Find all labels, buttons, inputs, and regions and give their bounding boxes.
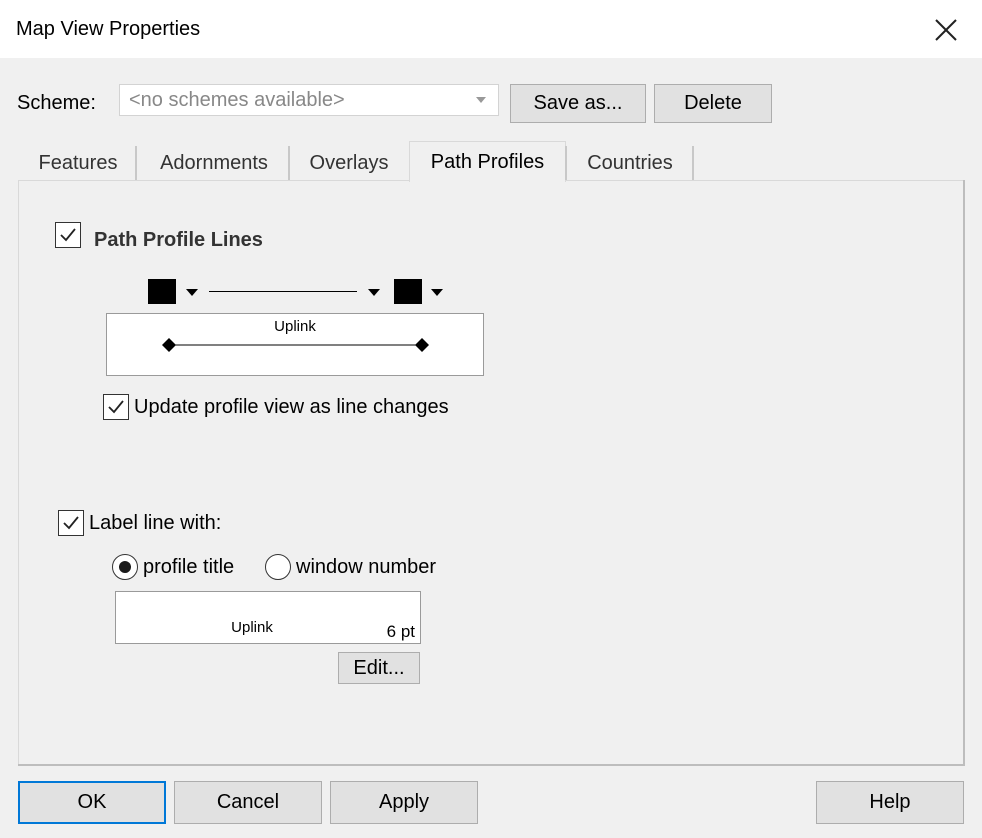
tab-adornments[interactable]: Adornments bbox=[140, 146, 288, 180]
profile-title-label: profile title bbox=[143, 556, 235, 578]
radio-selected-dot bbox=[119, 561, 131, 573]
close-button[interactable] bbox=[928, 12, 964, 48]
tab-countries[interactable]: Countries bbox=[570, 146, 690, 180]
line-style-sample[interactable] bbox=[209, 291, 357, 292]
checkmark-icon bbox=[108, 400, 124, 414]
update-profile-view-label: Update profile view as line changes bbox=[134, 396, 449, 418]
edit-button[interactable]: Edit... bbox=[338, 652, 420, 684]
help-button[interactable]: Help bbox=[816, 781, 964, 824]
scheme-dropdown[interactable]: <no schemes available> bbox=[119, 84, 499, 116]
start-marker-dropdown-icon[interactable] bbox=[186, 289, 198, 296]
scheme-value: <no schemes available> bbox=[129, 88, 345, 111]
tab-overlays[interactable]: Overlays bbox=[294, 146, 404, 180]
save-as-button[interactable]: Save as... bbox=[510, 84, 646, 123]
tab-separator bbox=[692, 146, 694, 180]
window-number-label: window number bbox=[296, 556, 437, 578]
label-preview: Uplink 6 pt bbox=[115, 591, 421, 644]
start-marker-color-swatch[interactable] bbox=[148, 279, 176, 304]
tab-separator bbox=[135, 146, 137, 180]
label-line-label: Label line with: bbox=[89, 512, 222, 534]
tab-separator bbox=[288, 146, 290, 180]
update-profile-view-checkbox[interactable] bbox=[103, 394, 129, 420]
tab-features[interactable]: Features bbox=[22, 146, 134, 180]
tab-panel-edge bbox=[18, 180, 965, 766]
window-number-radio[interactable] bbox=[265, 554, 291, 580]
tab-path-profiles[interactable]: Path Profiles bbox=[409, 141, 566, 182]
chevron-down-icon bbox=[476, 97, 486, 103]
cancel-button[interactable]: Cancel bbox=[174, 781, 322, 824]
delete-button[interactable]: Delete bbox=[654, 84, 772, 123]
profile-title-radio[interactable] bbox=[112, 554, 138, 580]
close-icon bbox=[935, 19, 957, 41]
path-profile-lines-label: Path Profile Lines bbox=[94, 229, 263, 251]
checkmark-icon bbox=[63, 516, 79, 530]
window-title: Map View Properties bbox=[16, 18, 201, 40]
tab-separator bbox=[565, 146, 567, 180]
line-preview-text: Uplink bbox=[274, 318, 316, 335]
label-font-size: 6 pt bbox=[386, 622, 415, 641]
end-marker-dropdown-icon[interactable] bbox=[431, 289, 443, 296]
line-style-dropdown-icon[interactable] bbox=[368, 289, 380, 296]
ok-button[interactable]: OK bbox=[18, 781, 166, 824]
checkmark-icon bbox=[60, 228, 76, 242]
line-preview: Uplink bbox=[106, 313, 484, 376]
line-preview-sample bbox=[162, 338, 429, 352]
label-line-checkbox[interactable] bbox=[58, 510, 84, 536]
path-profile-lines-checkbox[interactable] bbox=[55, 222, 81, 248]
apply-button[interactable]: Apply bbox=[330, 781, 478, 824]
scheme-label: Scheme: bbox=[17, 92, 96, 114]
label-preview-text: Uplink bbox=[231, 619, 273, 636]
end-marker-color-swatch[interactable] bbox=[394, 279, 422, 304]
